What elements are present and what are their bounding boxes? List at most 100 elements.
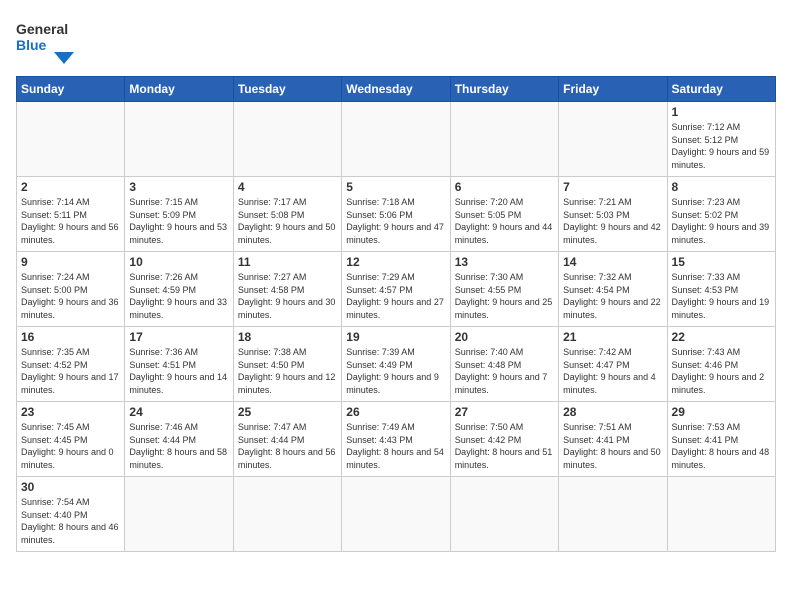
day-number: 26 (346, 405, 445, 419)
day-number: 19 (346, 330, 445, 344)
day-header-thursday: Thursday (450, 77, 558, 102)
day-number: 18 (238, 330, 337, 344)
day-number: 4 (238, 180, 337, 194)
day-number: 6 (455, 180, 554, 194)
day-number: 27 (455, 405, 554, 419)
day-cell: 15Sunrise: 7:33 AM Sunset: 4:53 PM Dayli… (667, 252, 775, 327)
day-cell (125, 102, 233, 177)
day-cell: 6Sunrise: 7:20 AM Sunset: 5:05 PM Daylig… (450, 177, 558, 252)
day-info: Sunrise: 7:43 AM Sunset: 4:46 PM Dayligh… (672, 346, 771, 396)
day-cell: 24 Sunrise: 7:46 AM Sunset: 4:44 PM Dayli… (125, 402, 233, 477)
day-header-tuesday: Tuesday (233, 77, 341, 102)
day-number: 1 (672, 105, 771, 119)
day-cell: 7 Sunrise: 7:21 AM Sunset: 5:03 PM Daylig… (559, 177, 667, 252)
day-number: 20 (455, 330, 554, 344)
day-cell (125, 477, 233, 552)
day-number: 29 (672, 405, 771, 419)
week-row-4: 23 Sunrise: 7:45 AM Sunset: 4:45 PM Dayli… (17, 402, 776, 477)
day-cell: 8 Sunrise: 7:23 AM Sunset: 5:02 PM Daylig… (667, 177, 775, 252)
day-cell (342, 102, 450, 177)
day-cell: 12 Sunrise: 7:29 AM Sunset: 4:57 PM Dayli… (342, 252, 450, 327)
day-cell: 21 Sunrise: 7:42 AM Sunset: 4:47 PM Dayli… (559, 327, 667, 402)
week-row-2: 9 Sunrise: 7:24 AM Sunset: 5:00 PM Daylig… (17, 252, 776, 327)
day-number: 24 (129, 405, 228, 419)
day-cell: 3 Sunrise: 7:15 AM Sunset: 5:09 PM Daylig… (125, 177, 233, 252)
day-info: Sunrise: 7:26 AM Sunset: 4:59 PM Dayligh… (129, 271, 228, 321)
day-cell: 22 Sunrise: 7:43 AM Sunset: 4:46 PM Dayli… (667, 327, 775, 402)
day-number: 3 (129, 180, 228, 194)
day-info: Sunrise: 7:53 AM Sunset: 4:41 PM Dayligh… (672, 421, 771, 471)
week-row-0: 1 Sunrise: 7:12 AM Sunset: 5:12 PM Daylig… (17, 102, 776, 177)
day-info: Sunrise: 7:38 AM Sunset: 4:50 PM Dayligh… (238, 346, 337, 396)
day-cell (667, 477, 775, 552)
day-number: 17 (129, 330, 228, 344)
day-info: Sunrise: 7:24 AM Sunset: 5:00 PM Dayligh… (21, 271, 120, 321)
day-number: 23 (21, 405, 120, 419)
day-cell (450, 102, 558, 177)
day-number: 13 (455, 255, 554, 269)
day-number: 14 (563, 255, 662, 269)
day-number: 16 (21, 330, 120, 344)
calendar-table: SundayMondayTuesdayWednesdayThursdayFrid… (16, 76, 776, 552)
day-number: 2 (21, 180, 120, 194)
day-cell (559, 102, 667, 177)
day-info: Sunrise: 7:12 AM Sunset: 5:12 PM Dayligh… (672, 121, 771, 171)
day-cell: 18 Sunrise: 7:38 AM Sunset: 4:50 PM Dayli… (233, 327, 341, 402)
svg-text:General: General (16, 21, 68, 37)
day-cell: 25Sunrise: 7:47 AM Sunset: 4:44 PM Dayli… (233, 402, 341, 477)
day-info: Sunrise: 7:36 AM Sunset: 4:51 PM Dayligh… (129, 346, 228, 396)
day-info: Sunrise: 7:29 AM Sunset: 4:57 PM Dayligh… (346, 271, 445, 321)
day-info: Sunrise: 7:40 AM Sunset: 4:48 PM Dayligh… (455, 346, 554, 396)
day-cell: 20 Sunrise: 7:40 AM Sunset: 4:48 PM Dayli… (450, 327, 558, 402)
day-cell: 13 Sunrise: 7:30 AM Sunset: 4:55 PM Dayli… (450, 252, 558, 327)
day-cell: 19 Sunrise: 7:39 AM Sunset: 4:49 PM Dayli… (342, 327, 450, 402)
day-info: Sunrise: 7:39 AM Sunset: 4:49 PM Dayligh… (346, 346, 445, 396)
day-number: 21 (563, 330, 662, 344)
day-number: 25 (238, 405, 337, 419)
day-info: Sunrise: 7:14 AM Sunset: 5:11 PM Dayligh… (21, 196, 120, 246)
day-info: Sunrise: 7:32 AM Sunset: 4:54 PM Dayligh… (563, 271, 662, 321)
day-info: Sunrise: 7:45 AM Sunset: 4:45 PM Dayligh… (21, 421, 120, 471)
day-info: Sunrise: 7:46 AM Sunset: 4:44 PM Dayligh… (129, 421, 228, 471)
week-row-5: 30 Sunrise: 7:54 AM Sunset: 4:40 PM Dayli… (17, 477, 776, 552)
svg-text:Blue: Blue (16, 37, 47, 53)
day-cell: 30 Sunrise: 7:54 AM Sunset: 4:40 PM Dayli… (17, 477, 125, 552)
day-cell: 11Sunrise: 7:27 AM Sunset: 4:58 PM Dayli… (233, 252, 341, 327)
day-number: 8 (672, 180, 771, 194)
day-number: 7 (563, 180, 662, 194)
day-info: Sunrise: 7:15 AM Sunset: 5:09 PM Dayligh… (129, 196, 228, 246)
day-info: Sunrise: 7:23 AM Sunset: 5:02 PM Dayligh… (672, 196, 771, 246)
logo: General Blue (16, 16, 76, 66)
day-info: Sunrise: 7:35 AM Sunset: 4:52 PM Dayligh… (21, 346, 120, 396)
day-header-sunday: Sunday (17, 77, 125, 102)
day-cell: 26 Sunrise: 7:49 AM Sunset: 4:43 PM Dayli… (342, 402, 450, 477)
day-cell: 29 Sunrise: 7:53 AM Sunset: 4:41 PM Dayli… (667, 402, 775, 477)
day-number: 9 (21, 255, 120, 269)
day-cell: 23 Sunrise: 7:45 AM Sunset: 4:45 PM Dayli… (17, 402, 125, 477)
week-row-3: 16 Sunrise: 7:35 AM Sunset: 4:52 PM Dayli… (17, 327, 776, 402)
day-cell: 28Sunrise: 7:51 AM Sunset: 4:41 PM Dayli… (559, 402, 667, 477)
day-cell: 5Sunrise: 7:18 AM Sunset: 5:06 PM Daylig… (342, 177, 450, 252)
day-cell (233, 477, 341, 552)
day-info: Sunrise: 7:42 AM Sunset: 4:47 PM Dayligh… (563, 346, 662, 396)
logo-icon: General Blue (16, 16, 76, 66)
day-number: 11 (238, 255, 337, 269)
day-cell: 16 Sunrise: 7:35 AM Sunset: 4:52 PM Dayli… (17, 327, 125, 402)
day-header-friday: Friday (559, 77, 667, 102)
day-cell: 1 Sunrise: 7:12 AM Sunset: 5:12 PM Daylig… (667, 102, 775, 177)
day-info: Sunrise: 7:30 AM Sunset: 4:55 PM Dayligh… (455, 271, 554, 321)
day-number: 28 (563, 405, 662, 419)
day-info: Sunrise: 7:54 AM Sunset: 4:40 PM Dayligh… (21, 496, 120, 546)
day-cell (342, 477, 450, 552)
day-cell (17, 102, 125, 177)
day-info: Sunrise: 7:18 AM Sunset: 5:06 PM Dayligh… (346, 196, 445, 246)
day-info: Sunrise: 7:17 AM Sunset: 5:08 PM Dayligh… (238, 196, 337, 246)
day-info: Sunrise: 7:49 AM Sunset: 4:43 PM Dayligh… (346, 421, 445, 471)
day-info: Sunrise: 7:21 AM Sunset: 5:03 PM Dayligh… (563, 196, 662, 246)
day-number: 30 (21, 480, 120, 494)
day-cell: 14 Sunrise: 7:32 AM Sunset: 4:54 PM Dayli… (559, 252, 667, 327)
week-row-1: 2 Sunrise: 7:14 AM Sunset: 5:11 PM Daylig… (17, 177, 776, 252)
day-number: 12 (346, 255, 445, 269)
day-number: 22 (672, 330, 771, 344)
day-cell (559, 477, 667, 552)
